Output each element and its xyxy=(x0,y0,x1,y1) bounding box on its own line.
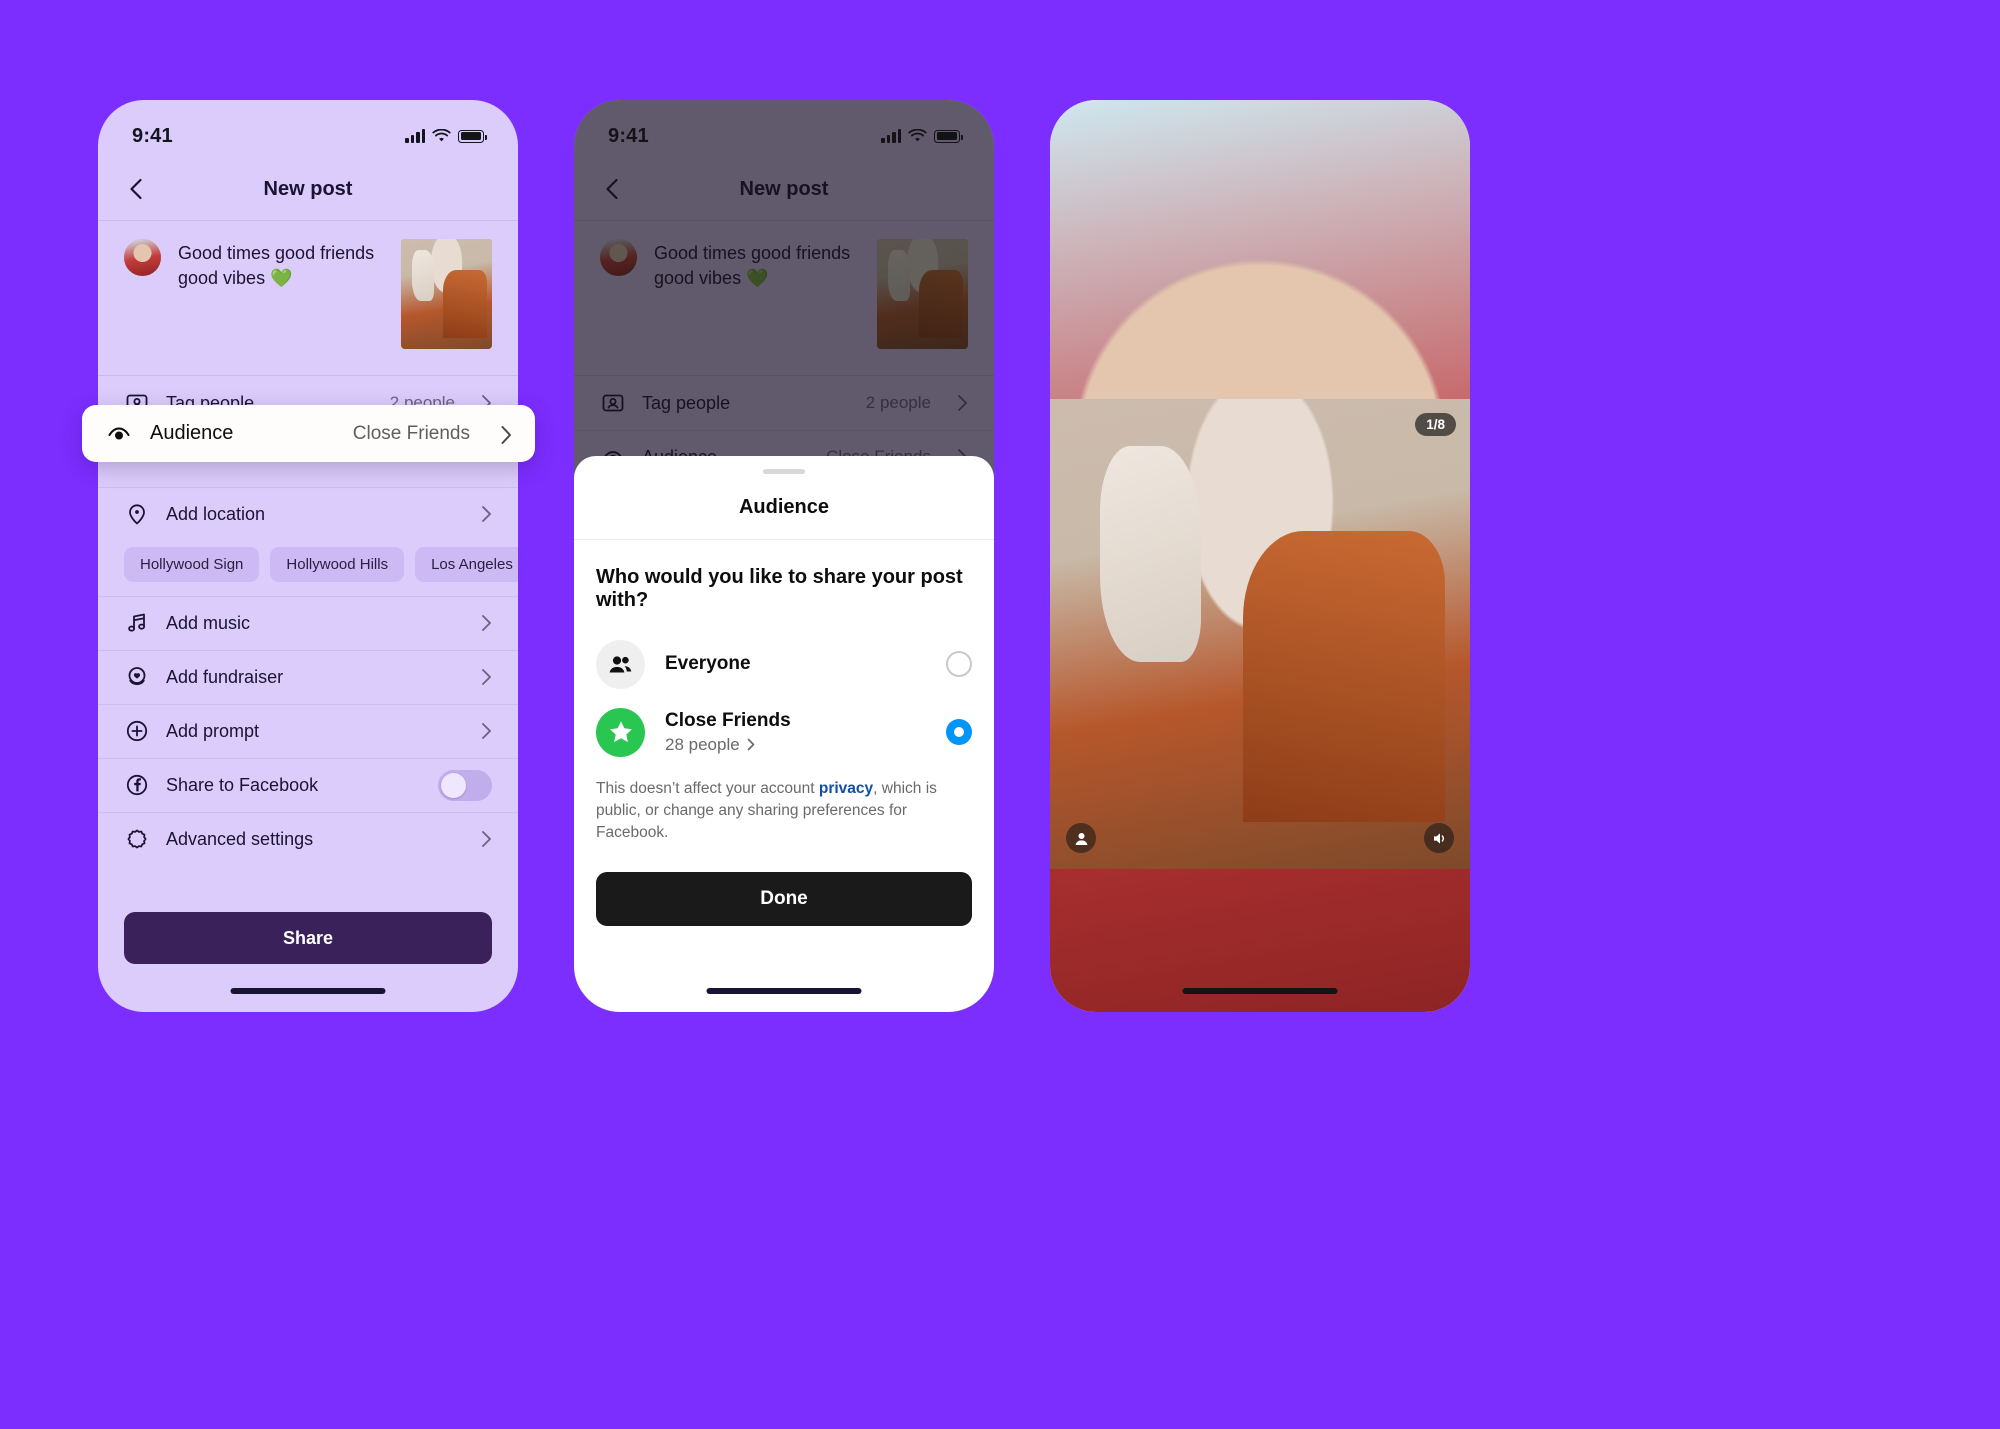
back-button[interactable] xyxy=(124,176,150,202)
music-note-icon xyxy=(124,610,150,636)
option-label: Everyone xyxy=(665,653,751,675)
add-location-icon xyxy=(124,501,150,527)
home-indicator xyxy=(1182,988,1338,994)
sound-on-icon[interactable] xyxy=(1424,823,1454,853)
row-add-music[interactable]: Add music xyxy=(98,596,518,650)
chevron-right-icon xyxy=(481,505,492,523)
location-chip[interactable]: Hollywood Sign xyxy=(124,547,260,582)
radio-close-friends[interactable] xyxy=(946,719,972,745)
audience-value: Close Friends xyxy=(352,422,470,444)
option-close-friends[interactable]: Close Friends 28 people xyxy=(574,698,994,766)
fundraiser-icon xyxy=(124,664,150,690)
row-add-fundraiser[interactable]: Add fundraiser xyxy=(98,650,518,704)
done-button[interactable]: Done xyxy=(596,872,972,926)
status-indicators xyxy=(405,129,487,143)
chevron-right-icon xyxy=(481,614,492,632)
option-sublabel-row[interactable]: 28 people xyxy=(665,735,926,755)
location-chip[interactable]: Los Angeles xyxy=(415,547,518,582)
row-add-prompt[interactable]: Add prompt xyxy=(98,704,518,758)
option-sublabel: 28 people xyxy=(665,734,740,754)
row-label: Add location xyxy=(166,503,266,524)
sheet-question: Who would you like to share your post wi… xyxy=(596,566,963,611)
post-thumbnail[interactable] xyxy=(401,239,492,349)
people-group-icon xyxy=(596,639,645,689)
disclaimer-before: This doesn’t affect your account xyxy=(596,780,819,797)
row-advanced-settings[interactable]: Advanced settings xyxy=(98,812,518,866)
post-header: alex.anyways18 ••• xyxy=(1050,100,1470,1012)
audience-bottom-sheet: Audience Who would you like to share you… xyxy=(574,456,994,1012)
chevron-right-icon xyxy=(747,739,755,751)
audience-label: Audience xyxy=(150,422,234,444)
avatar xyxy=(124,239,161,276)
post-media[interactable]: 1/8 xyxy=(1050,399,1470,869)
option-everyone[interactable]: Everyone xyxy=(574,630,994,698)
status-bar: 9:41 xyxy=(98,100,518,158)
share-button[interactable]: Share xyxy=(124,912,492,964)
row-label: Add prompt xyxy=(166,720,260,741)
nav-bar: New post xyxy=(98,158,518,220)
tagged-people-icon[interactable] xyxy=(1066,823,1096,853)
status-time: 9:41 xyxy=(132,124,173,147)
audience-eye-icon xyxy=(106,421,132,447)
radio-everyone[interactable] xyxy=(946,651,972,677)
row-share-to-facebook[interactable]: Share to Facebook xyxy=(98,758,518,812)
row-label: Advanced settings xyxy=(166,828,314,849)
battery-icon xyxy=(458,129,487,143)
option-text: Close Friends 28 people xyxy=(665,709,926,755)
chevron-right-icon xyxy=(500,425,511,444)
phone-2-audience-sheet: 9:41 New post Good times good friends go… xyxy=(574,100,994,1012)
composer-caption-row[interactable]: Good times good friends good vibes 💚 xyxy=(98,221,518,375)
page-title: New post xyxy=(263,177,353,200)
sheet-title: Audience xyxy=(738,496,830,518)
avatar[interactable] xyxy=(1050,100,1470,1012)
facebook-icon xyxy=(124,772,150,798)
settings-gear-icon xyxy=(124,826,150,852)
option-label: Close Friends xyxy=(665,710,791,732)
home-indicator xyxy=(706,988,862,994)
option-text: Everyone xyxy=(665,652,926,676)
row-label: Share to Facebook xyxy=(166,774,319,795)
star-icon xyxy=(596,707,645,757)
share-button-wrapper: Share xyxy=(98,912,518,964)
audience-highlight-card[interactable]: Audience Close Friends xyxy=(82,405,535,462)
privacy-disclaimer: This doesn’t affect your account privacy… xyxy=(574,766,994,844)
phone-1-new-post: 9:41 New post Good times good friends go… xyxy=(98,100,518,1012)
row-label: Add fundraiser xyxy=(166,666,284,687)
location-chip-list: Hollywood Sign Hollywood Hills Los Angel… xyxy=(98,541,518,596)
wifi-icon xyxy=(432,129,451,142)
cellular-signal-icon xyxy=(405,129,425,143)
plus-circle-icon xyxy=(124,718,150,744)
screenshot-stage: 9:41 New post Good times good friends go… xyxy=(0,0,2000,1429)
chevron-right-icon xyxy=(481,668,492,686)
facebook-share-toggle[interactable] xyxy=(438,769,492,801)
location-chip[interactable]: Hollywood Hills xyxy=(270,547,405,582)
carousel-counter: 1/8 xyxy=(1415,413,1456,436)
chevron-right-icon xyxy=(481,830,492,848)
row-add-location[interactable]: Add location xyxy=(98,487,518,541)
phone-3-instagram-feed: 5:26 Instagram xyxy=(1050,100,1470,1012)
home-indicator xyxy=(230,988,386,994)
row-label: Add music xyxy=(166,612,251,633)
caption-text[interactable]: Good times good friends good vibes 💚 xyxy=(178,239,384,291)
chevron-right-icon xyxy=(481,722,492,740)
privacy-link[interactable]: privacy xyxy=(819,780,873,797)
